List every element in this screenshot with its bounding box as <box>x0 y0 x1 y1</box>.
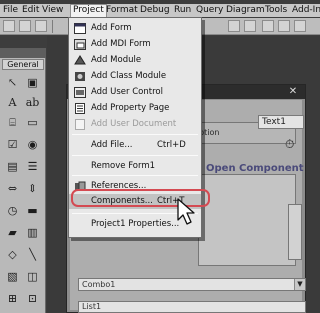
option-label: ption <box>199 128 220 137</box>
menu-item-remove-form[interactable]: Remove Form1 <box>69 159 201 174</box>
mdi-form-icon <box>74 39 86 50</box>
combo1-combobox[interactable]: Combo1 ▼ <box>78 278 306 291</box>
property-page-icon <box>74 103 86 114</box>
menu-add-ins[interactable]: Add-Ins <box>292 5 320 17</box>
data-icon[interactable]: ◫ <box>24 268 41 285</box>
class-module-icon <box>74 71 86 82</box>
menu-separator <box>72 155 198 156</box>
pointer-icon[interactable]: ↖ <box>4 74 21 91</box>
form-icon <box>74 23 86 34</box>
menu-item-add-form[interactable]: Add Form <box>69 21 201 36</box>
combobox-icon[interactable]: ▤ <box>4 158 21 175</box>
properties-window-icon[interactable] <box>278 20 290 32</box>
filelistbox-icon[interactable]: ▥ <box>24 224 41 241</box>
label-icon[interactable]: A <box>4 94 21 111</box>
mouse-pointer-icon <box>177 198 195 225</box>
text1-textbox[interactable]: Text1 <box>258 115 304 129</box>
user-control-icon <box>74 87 86 98</box>
menu-item-add-file[interactable]: Add File... Ctrl+D <box>69 138 201 153</box>
close-icon[interactable]: ✕ <box>287 87 299 97</box>
dirlistbox-icon[interactable]: ▰ <box>4 224 21 241</box>
add-form-icon[interactable] <box>19 20 31 32</box>
menu-format[interactable]: Format <box>106 5 138 17</box>
menu-item-add-user-document: Add User Document <box>69 117 201 132</box>
menu-editor-icon[interactable] <box>35 20 47 32</box>
commandbutton-icon[interactable]: ▭ <box>24 114 41 131</box>
timer-control-icon[interactable]: ⏱ <box>285 137 299 151</box>
menu-item-label: Add MDI Form <box>91 39 151 49</box>
user-document-icon <box>74 119 86 130</box>
menu-separator <box>72 134 198 135</box>
menu-debug[interactable]: Debug <box>140 5 170 17</box>
menu-item-label: Add Module <box>91 55 142 65</box>
list1-listbox[interactable]: List1 <box>78 301 306 313</box>
frame-control[interactable] <box>198 174 296 266</box>
menu-edit[interactable]: Edit <box>22 5 39 17</box>
menu-item-label: Add Property Page <box>91 103 170 113</box>
custom-control-icon[interactable]: ⊡ <box>24 290 41 307</box>
combo1-value: Combo1 <box>82 280 116 289</box>
picturebox-icon[interactable]: ▣ <box>24 74 41 91</box>
menu-item-label: Add User Document <box>91 119 177 129</box>
toolbox-titlebar <box>0 48 46 58</box>
form-layout-icon[interactable] <box>294 20 306 32</box>
menu-diagram[interactable]: Diagram <box>226 5 265 17</box>
menu-item-label: Remove Form1 <box>91 161 156 171</box>
menu-file[interactable]: File <box>3 5 18 17</box>
menu-bar: File Edit View Project Format Debug Run … <box>0 4 320 18</box>
toolbox-tab-general[interactable]: General <box>2 59 44 70</box>
menu-item-add-class-module[interactable]: Add Class Module <box>69 69 201 84</box>
module-icon <box>74 55 86 66</box>
menu-query[interactable]: Query <box>196 5 223 17</box>
add-project-icon[interactable] <box>3 20 15 32</box>
menu-item-label: Add Form <box>91 23 132 33</box>
vscrollbar-icon[interactable]: ⇕ <box>24 180 41 197</box>
toolbar-separator <box>52 20 53 33</box>
menu-tools[interactable]: Tools <box>265 5 287 17</box>
menu-item-label: Project1 Properties... <box>91 219 180 229</box>
timer-icon[interactable]: ◷ <box>4 202 21 219</box>
menu-project[interactable]: Project <box>70 4 107 18</box>
pause-icon[interactable] <box>228 20 240 32</box>
shape-icon[interactable]: ◇ <box>4 246 21 263</box>
stop-icon[interactable] <box>244 20 256 32</box>
checkbox-icon[interactable]: ☑ <box>4 136 21 153</box>
menu-item-label: Add File... <box>91 140 133 150</box>
menu-item-add-user-control[interactable]: Add User Control <box>69 85 201 100</box>
frame-icon[interactable]: ⌸ <box>4 114 21 131</box>
menu-item-add-mdi-form[interactable]: Add MDI Form <box>69 37 201 52</box>
image-icon[interactable]: ▧ <box>4 268 21 285</box>
menu-item-label: Add Class Module <box>91 71 167 81</box>
textbox-icon[interactable]: ab <box>24 94 41 111</box>
menu-run[interactable]: Run <box>174 5 191 17</box>
menu-item-shortcut: Ctrl+D <box>157 140 186 150</box>
line-icon[interactable]: ╲ <box>24 246 41 263</box>
ole-icon[interactable]: ⊞ <box>4 290 21 307</box>
listbox-icon[interactable]: ☰ <box>24 158 41 175</box>
hscrollbar-icon[interactable]: ⇔ <box>4 180 21 197</box>
menu-item-add-module[interactable]: Add Module <box>69 53 201 68</box>
drivelistbox-icon[interactable]: ▬ <box>24 202 41 219</box>
toolbox-panel: General ↖ ▣ A ab ⌸ ▭ ☑ ◉ ▤ ☰ ⇔ ⇕ ◷ ▬ ▰ ▥… <box>0 48 46 313</box>
vb6-ide-screen: File Edit View Project Format Debug Run … <box>0 0 320 313</box>
menu-separator <box>72 175 198 176</box>
project-explorer-icon[interactable] <box>262 20 274 32</box>
optionbutton-icon[interactable]: ◉ <box>24 136 41 153</box>
chevron-down-icon[interactable]: ▼ <box>294 279 305 290</box>
open-component-heading: Open Component <box>206 163 304 174</box>
menu-item-label: Add User Control <box>91 87 163 97</box>
vertical-scrollbar[interactable] <box>288 204 302 260</box>
menu-item-add-property-page[interactable]: Add Property Page <box>69 101 201 116</box>
menu-view[interactable]: View <box>42 5 63 17</box>
